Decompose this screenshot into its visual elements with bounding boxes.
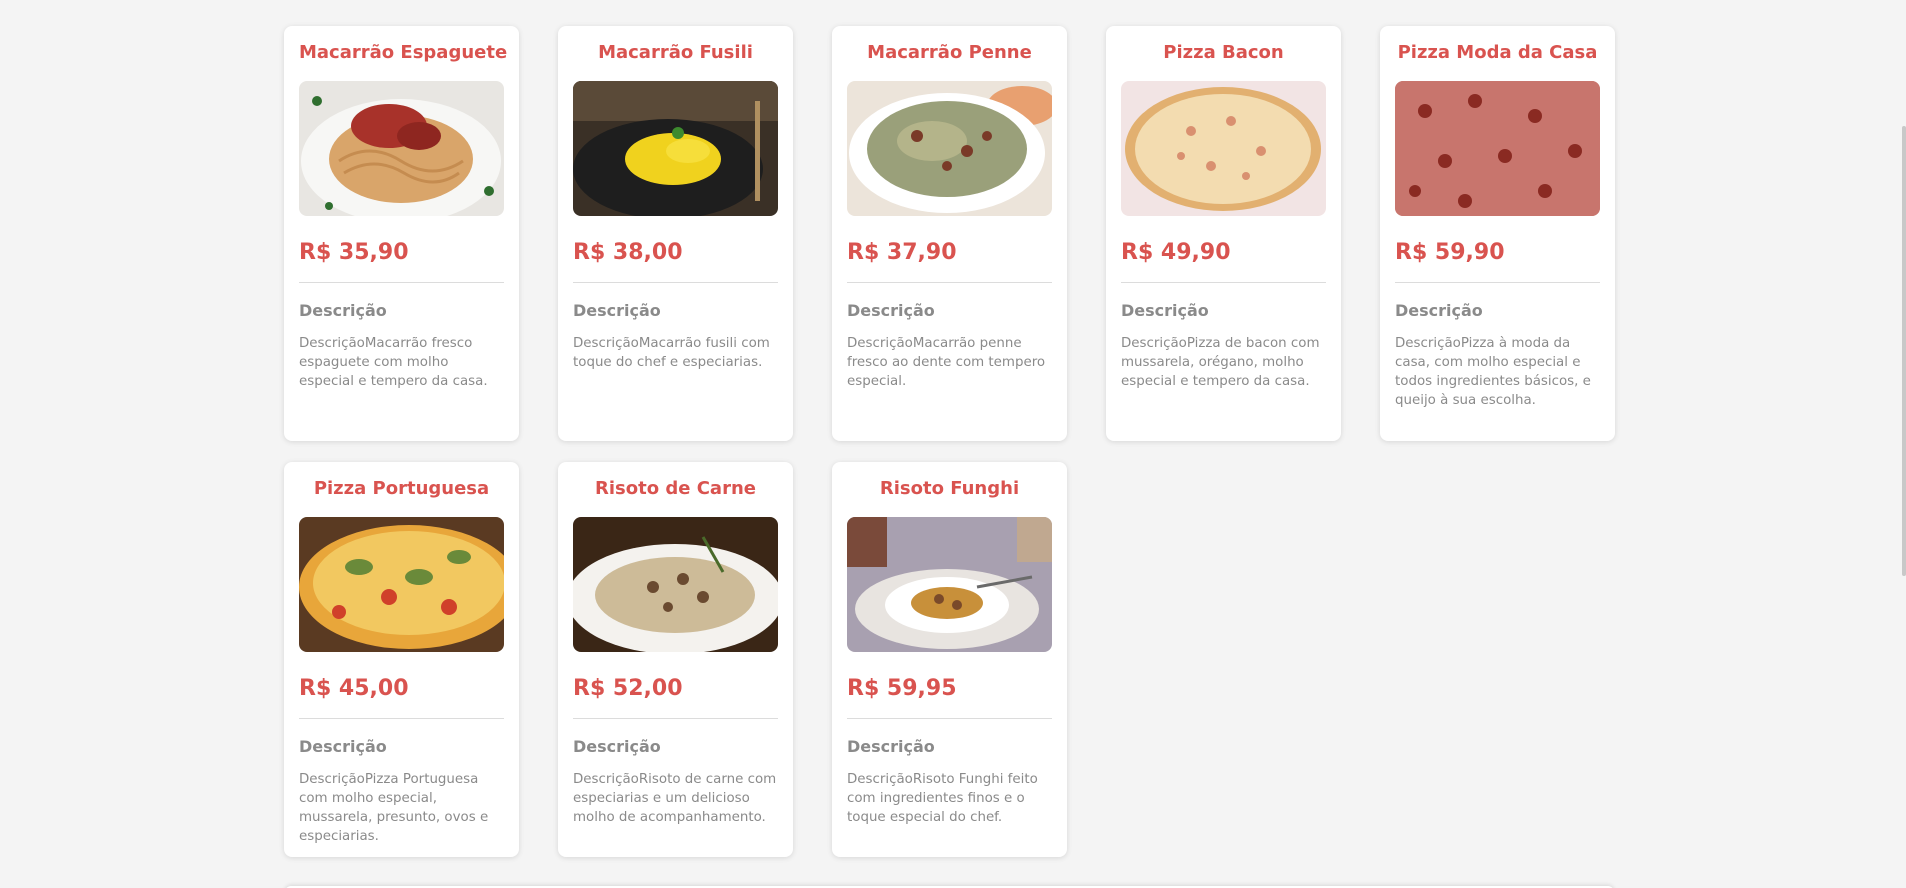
dish-title: Pizza Portuguesa — [313, 478, 490, 499]
spaghetti-image — [299, 81, 504, 216]
dish-title: Macarrão Penne — [867, 42, 1032, 63]
meat-risotto-image — [573, 517, 778, 652]
menu-card[interactable]: Risoto de Carne R$ 52,00 Descrição Descr… — [558, 462, 793, 857]
penne-image — [847, 81, 1052, 216]
dish-image — [1395, 81, 1600, 216]
dish-image — [1121, 81, 1326, 216]
menu-card[interactable]: Macarrão Penne R$ 37,90 Descrição Descri… — [832, 26, 1067, 441]
dish-description: DescriçãoRisoto de carne com especiarias… — [573, 772, 777, 825]
dish-title: Pizza Moda da Casa — [1397, 42, 1598, 63]
bacon-pizza-image — [1121, 81, 1326, 216]
menu-card[interactable]: Macarrão Espaguete R$ 35,90 Descrição De… — [284, 26, 519, 441]
description-heading: Descrição — [847, 737, 935, 756]
divider — [1121, 282, 1326, 283]
scrollbar-thumb[interactable] — [1902, 126, 1906, 576]
dish-image — [299, 81, 504, 216]
divider — [847, 718, 1052, 719]
dish-title: Pizza Bacon — [1163, 42, 1284, 63]
menu-card[interactable]: Pizza Bacon R$ 49,90 Descrição Descrição… — [1106, 26, 1341, 441]
description-heading: Descrição — [573, 301, 661, 320]
menu-card[interactable]: Risoto Funghi R$ 59,95 Descrição Descriç… — [832, 462, 1067, 857]
description-heading: Descrição — [1121, 301, 1209, 320]
fusili-image — [573, 81, 778, 216]
funghi-risotto-image — [847, 517, 1052, 652]
dish-image — [299, 517, 504, 652]
dish-price: R$ 35,90 — [299, 240, 409, 265]
divider — [573, 282, 778, 283]
dish-title: Risoto de Carne — [595, 478, 756, 499]
dish-price: R$ 52,00 — [573, 676, 683, 701]
menu-card[interactable]: Pizza Moda da Casa R$ 59,90 Descrição De… — [1380, 26, 1615, 441]
dish-description: DescriçãoPizza à moda da casa, com molho… — [1395, 336, 1591, 408]
divider — [573, 718, 778, 719]
description-heading: Descrição — [573, 737, 661, 756]
description-heading: Descrição — [847, 301, 935, 320]
menu-card[interactable]: Macarrão Fusili R$ 38,00 Descrição Descr… — [558, 26, 793, 441]
dish-description: DescriçãoMacarrão penne fresco ao dente … — [847, 336, 1046, 389]
scrollbar[interactable] — [1896, 0, 1906, 888]
description-heading: Descrição — [1395, 301, 1483, 320]
divider — [299, 282, 504, 283]
dish-price: R$ 38,00 — [573, 240, 683, 265]
menu-grid: Macarrão Espaguete R$ 35,90 Descrição De… — [284, 26, 1615, 857]
menu-card[interactable]: Pizza Portuguesa R$ 45,00 Descrição Desc… — [284, 462, 519, 857]
dish-title: Risoto Funghi — [879, 478, 1020, 499]
portuguesa-pizza-image — [299, 517, 504, 652]
divider — [1395, 282, 1600, 283]
description-heading: Descrição — [299, 301, 387, 320]
dish-description: DescriçãoPizza Portuguesa com molho espe… — [299, 772, 489, 844]
dish-price: R$ 37,90 — [847, 240, 957, 265]
description-heading: Descrição — [299, 737, 387, 756]
house-pizza-image — [1395, 81, 1600, 216]
dish-price: R$ 59,90 — [1395, 240, 1505, 265]
divider — [299, 718, 504, 719]
dish-price: R$ 45,00 — [299, 676, 409, 701]
dish-price: R$ 49,90 — [1121, 240, 1231, 265]
divider — [847, 282, 1052, 283]
dish-image — [573, 517, 778, 652]
dish-description: DescriçãoPizza de bacon com mussarela, o… — [1121, 336, 1320, 389]
dish-description: DescriçãoRisoto Funghi feito com ingredi… — [847, 772, 1038, 825]
menu-page: Macarrão Espaguete R$ 35,90 Descrição De… — [0, 0, 1906, 888]
dish-image — [847, 517, 1052, 652]
dish-description: DescriçãoMacarrão fresco espaguete com m… — [299, 336, 488, 389]
dish-image — [847, 81, 1052, 216]
dish-image — [573, 81, 778, 216]
dish-description: DescriçãoMacarrão fusili com toque do ch… — [573, 336, 770, 370]
dish-title: Macarrão Fusili — [598, 42, 753, 63]
dish-title: Macarrão Espaguete — [299, 42, 508, 63]
dish-price: R$ 59,95 — [847, 676, 957, 701]
